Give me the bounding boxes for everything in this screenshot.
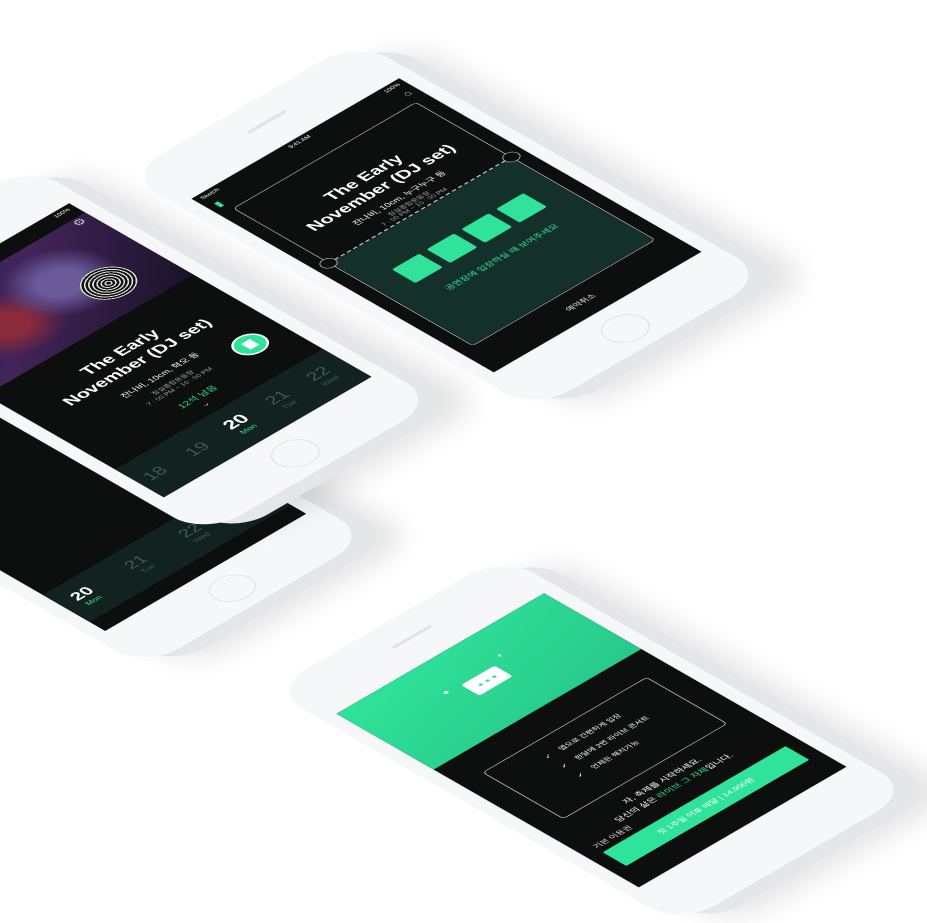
home-button[interactable]	[198, 568, 267, 608]
date-item-selected[interactable]: 20 Mon	[218, 411, 262, 436]
date-item[interactable]: 22 Wed	[301, 364, 343, 388]
home-icon[interactable]: ⌂	[400, 89, 416, 98]
benefit-list: ✓앱으로 간편하게 입장 ✓한달에 2번 라이브 콘서트 ✓언제든 해지가능	[538, 703, 673, 781]
home-button[interactable]	[590, 308, 661, 349]
date-item[interactable]: 20 Mon	[65, 584, 106, 608]
date-item[interactable]: 21 Tue	[260, 388, 302, 412]
sparkle-icon: ✦	[438, 687, 455, 698]
ticket-logo-icon: ▮	[211, 200, 227, 209]
ticket-icon	[461, 665, 513, 696]
phone-body: ✦ ✦ ✓앱으로 간편하게 입장 ✓한달에 2번 라이브 콘서트 ✓언제든 해지…	[270, 555, 913, 923]
mockup-scene: 20 Mon 21 Tue 22 Wed 100% ⚙ The Early No…	[0, 0, 927, 923]
speaker	[391, 624, 433, 649]
home-button[interactable]	[260, 433, 331, 474]
ticket-icon	[240, 339, 260, 350]
date-item[interactable]: 19	[180, 439, 215, 459]
vinyl-graphic	[68, 259, 150, 307]
check-icon: ✓	[558, 762, 571, 770]
date-item[interactable]: 21 Tue	[119, 552, 160, 576]
check-icon: ✓	[574, 771, 588, 779]
speaker	[246, 109, 288, 134]
check-icon: ✓	[542, 752, 555, 760]
date-item[interactable]: 18	[138, 463, 173, 483]
chevron-down-icon[interactable]: ⌄	[197, 399, 213, 408]
sparkle-icon: ✦	[494, 652, 506, 660]
